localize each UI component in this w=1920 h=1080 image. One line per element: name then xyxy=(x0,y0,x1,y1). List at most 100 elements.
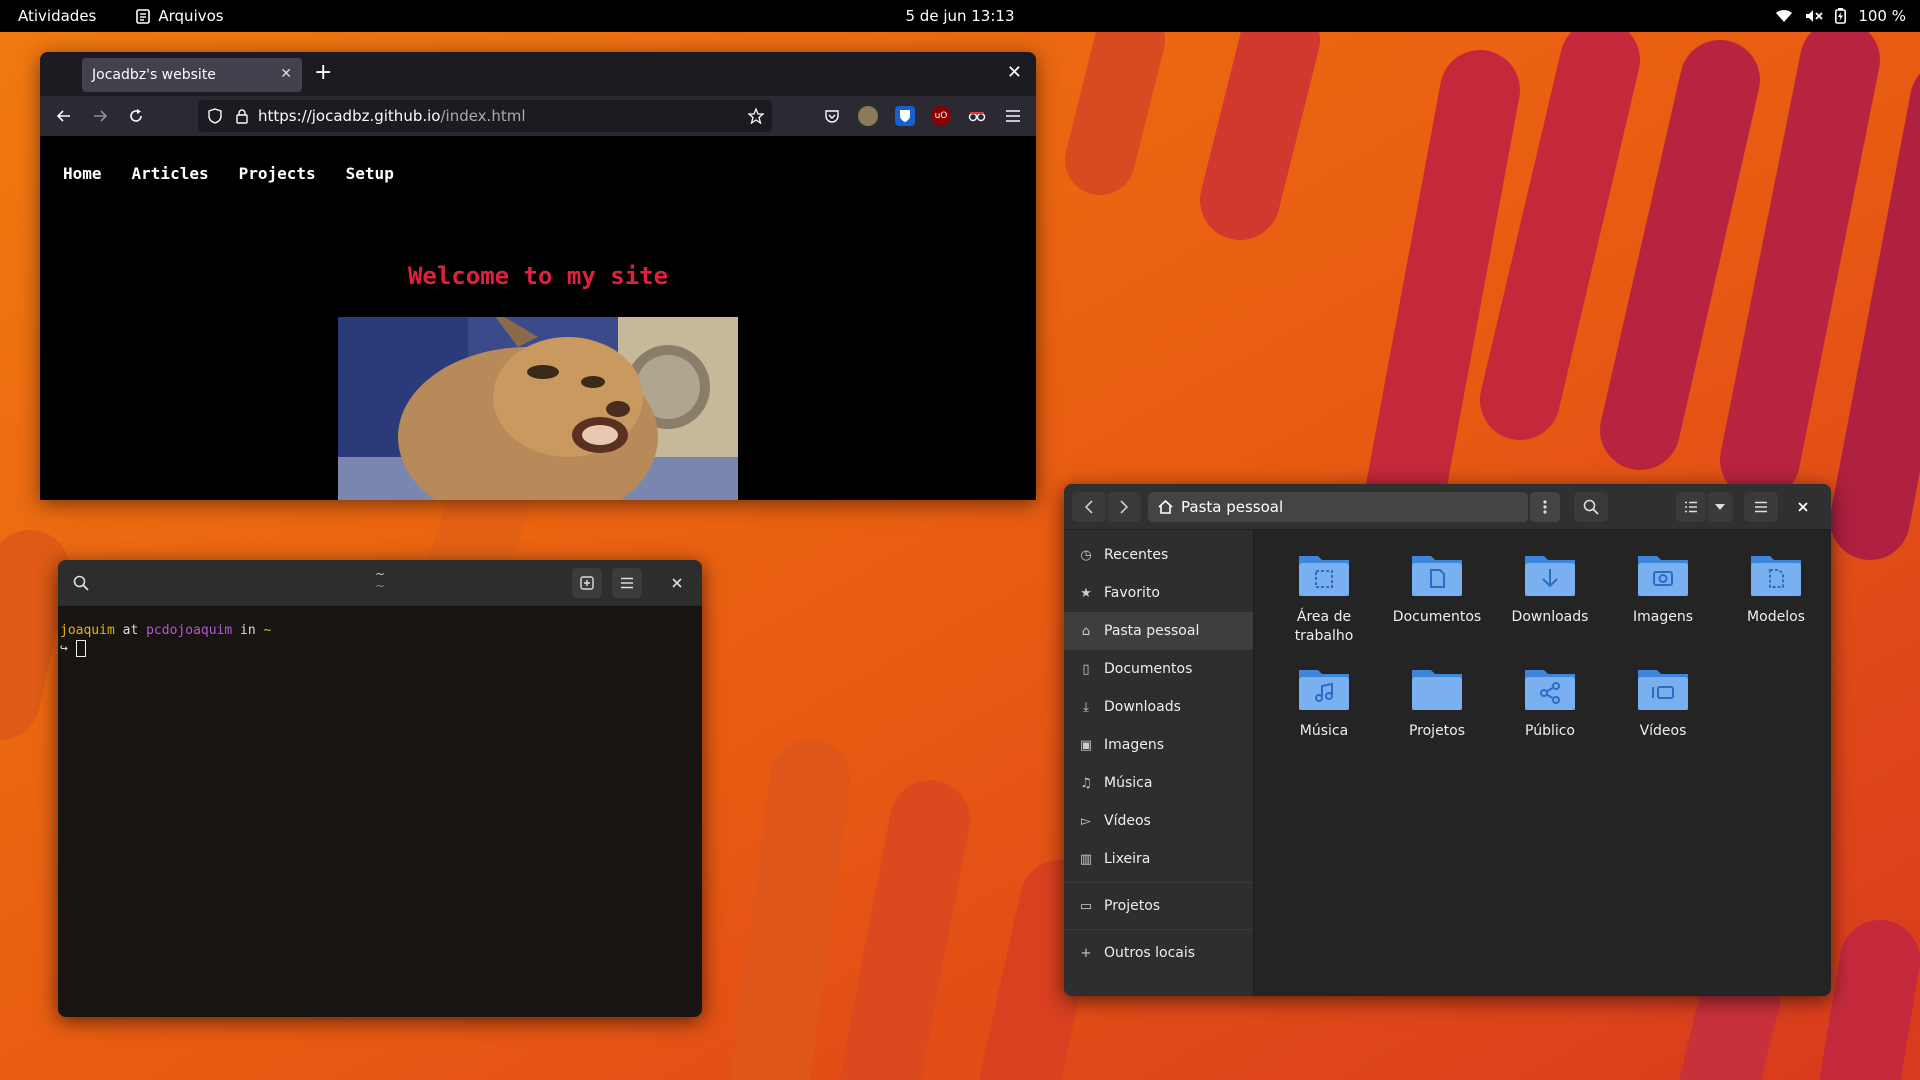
forward-button[interactable] xyxy=(1107,492,1141,522)
folder-item-area-de-trabalho[interactable]: Área de trabalho xyxy=(1270,546,1378,646)
search-button[interactable] xyxy=(1574,492,1608,522)
tab-close-icon[interactable]: ✕ xyxy=(280,66,292,82)
files-close-button[interactable] xyxy=(1788,492,1818,522)
reload-icon xyxy=(130,109,142,122)
reload-button[interactable] xyxy=(124,104,148,128)
folder-item-modelos[interactable]: Modelos xyxy=(1722,546,1830,627)
downloads-folder-icon xyxy=(1525,556,1575,596)
site-nav-setup-link[interactable]: Setup xyxy=(346,164,394,183)
folder-label: Área de trabalho xyxy=(1294,609,1354,644)
volume-muted-icon xyxy=(1805,9,1823,23)
sidebar-item-outros-locais[interactable]: + Outros locais xyxy=(1064,934,1253,972)
extension-glasses-icon[interactable] xyxy=(967,106,987,126)
extension-avatar-icon[interactable] xyxy=(858,106,878,126)
main-menu-button[interactable] xyxy=(1744,492,1778,522)
folder-item-imagens[interactable]: Imagens xyxy=(1609,546,1717,627)
new-tab-button[interactable]: + xyxy=(314,62,332,84)
terminal-output[interactable]: joaquim at pcdojoaquim in ~ ↪ xyxy=(58,606,702,674)
new-tab-icon xyxy=(580,576,594,590)
folder-label: Imagens xyxy=(1632,609,1693,625)
tracking-protection-shield-icon[interactable] xyxy=(208,108,222,124)
pocket-icon[interactable] xyxy=(822,106,842,126)
current-path: Pasta pessoal xyxy=(1181,498,1284,516)
search-icon xyxy=(1583,499,1599,515)
sidebar-item-lixeira[interactable]: ▥ Lixeira xyxy=(1064,840,1253,878)
image-icon: ▣ xyxy=(1079,737,1093,753)
folder-item-videos[interactable]: Vídeos xyxy=(1609,660,1717,741)
top-bar: Atividades Arquivos 5 de jun 13:13 100 % xyxy=(0,0,1920,32)
app-menu-button[interactable]: Arquivos xyxy=(136,7,224,25)
forward-button[interactable] xyxy=(88,104,112,128)
sidebar-item-label: Lixeira xyxy=(1104,851,1151,867)
sidebar-item-label: Recentes xyxy=(1104,547,1169,563)
bitwarden-extension-icon[interactable] xyxy=(895,106,915,126)
view-options-button[interactable] xyxy=(1707,492,1733,522)
sidebar-item-documentos[interactable]: ▯ Documentos xyxy=(1064,650,1253,688)
tab-bar: Jocadbz's website ✕ + ✕ xyxy=(40,52,1036,96)
sidebar-item-musica[interactable]: ♫ Música xyxy=(1064,764,1253,802)
sidebar-item-videos[interactable]: ▻ Vídeos xyxy=(1064,802,1253,840)
back-arrow-icon xyxy=(56,110,70,122)
wifi-icon xyxy=(1775,9,1793,23)
files-header-bar: Pasta pessoal xyxy=(1064,484,1831,530)
url-host: https://jocadbz.github.io xyxy=(258,107,441,125)
battery-icon xyxy=(1835,8,1847,24)
folder-label: Projetos xyxy=(1408,723,1466,739)
prompt-cwd: ~ xyxy=(263,623,272,638)
close-icon xyxy=(1798,502,1808,512)
site-nav-projects-link[interactable]: Projects xyxy=(239,164,316,183)
site-nav-articles-link[interactable]: Articles xyxy=(132,164,209,183)
terminal-close-button[interactable] xyxy=(662,568,692,598)
app-name: Arquivos xyxy=(158,7,224,25)
url-path: /index.html xyxy=(440,107,526,125)
sidebar-item-imagens[interactable]: ▣ Imagens xyxy=(1064,726,1253,764)
sidebar-item-recentes[interactable]: ◷ Recentes xyxy=(1064,536,1253,574)
folder-icon xyxy=(1412,670,1462,710)
activities-button[interactable]: Atividades xyxy=(18,7,96,25)
browser-tab[interactable]: Jocadbz's website ✕ xyxy=(82,58,302,92)
folder-item-publico[interactable]: Público xyxy=(1496,660,1604,741)
clock[interactable]: 5 de jun 13:13 xyxy=(905,7,1014,25)
lock-icon[interactable] xyxy=(236,108,248,124)
path-menu-button[interactable] xyxy=(1530,492,1560,522)
folder-label: Downloads xyxy=(1511,609,1589,625)
sidebar-item-pasta-pessoal[interactable]: ⌂ Pasta pessoal xyxy=(1064,612,1253,650)
sidebar-item-label: Música xyxy=(1104,775,1153,791)
folder-item-downloads[interactable]: Downloads xyxy=(1496,546,1604,627)
document-icon: ▯ xyxy=(1082,661,1090,677)
prompt-line: joaquim at pcdojoaquim in ~ xyxy=(60,622,700,640)
sidebar-item-projetos[interactable]: ▭ Projetos xyxy=(1064,887,1253,925)
star-icon: ★ xyxy=(1080,585,1092,601)
new-tab-button[interactable] xyxy=(572,568,602,598)
bookmark-star-icon[interactable] xyxy=(748,108,764,124)
folder-item-documentos[interactable]: Documentos xyxy=(1383,546,1491,627)
folder-item-projetos[interactable]: Projetos xyxy=(1383,660,1491,741)
terminal-title: ~ ~ xyxy=(58,568,702,592)
plus-icon: + xyxy=(1080,945,1092,961)
folder-item-musica[interactable]: Música xyxy=(1270,660,1378,741)
list-view-button[interactable] xyxy=(1676,492,1706,522)
public-folder-icon xyxy=(1525,670,1575,710)
system-status-area[interactable]: 100 % xyxy=(1775,0,1906,32)
files-app-icon xyxy=(136,8,151,24)
back-button[interactable] xyxy=(52,104,76,128)
terminal-menu-button[interactable] xyxy=(612,568,642,598)
input-line: ↪ xyxy=(60,640,700,658)
back-button[interactable] xyxy=(1072,492,1106,522)
window-close-button[interactable]: ✕ xyxy=(1007,62,1022,83)
music-icon: ♫ xyxy=(1080,775,1092,791)
app-menu-hamburger-icon[interactable] xyxy=(1003,106,1023,126)
sidebar-item-downloads[interactable]: ⤓ Downloads xyxy=(1064,688,1253,726)
terminal-subtitle-path: ~ xyxy=(374,579,386,593)
pictures-folder-icon xyxy=(1638,556,1688,596)
files-window: Pasta pessoal ◷ Recentes ★ Favorito ⌂ Pasta… xyxy=(1064,484,1831,996)
list-view-icon xyxy=(1685,501,1697,513)
sidebar-item-favorito[interactable]: ★ Favorito xyxy=(1064,574,1253,612)
location-bar[interactable]: Pasta pessoal xyxy=(1148,492,1528,522)
ublock-origin-icon[interactable]: uO xyxy=(931,106,951,126)
music-folder-icon xyxy=(1299,670,1349,710)
trash-icon: ▥ xyxy=(1079,851,1093,867)
url-bar[interactable]: https://jocadbz.github.io/index.html xyxy=(198,100,772,132)
site-nav-home-link[interactable]: Home xyxy=(63,164,102,183)
battery-percentage: 100 % xyxy=(1858,7,1906,25)
